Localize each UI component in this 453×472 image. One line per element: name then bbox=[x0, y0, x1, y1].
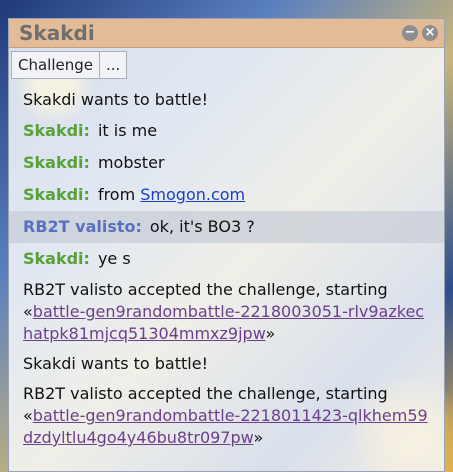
chat-message-own: RB2T valisto: ok, it's BO3 ? bbox=[9, 211, 444, 243]
battle-request-notice: Skakdi wants to battle! bbox=[23, 354, 208, 373]
chat-message: Skakdi: from Smogon.com bbox=[9, 179, 444, 211]
username[interactable]: Skakdi: bbox=[23, 153, 90, 172]
challenge-accepted-notice: RB2T valisto accepted the challenge, sta… bbox=[9, 275, 444, 349]
quote-close: » bbox=[253, 428, 264, 447]
close-icon[interactable]: × bbox=[422, 25, 438, 41]
accepted-text: RB2T valisto accepted the challenge, sta… bbox=[23, 384, 388, 403]
username[interactable]: Skakdi: bbox=[23, 121, 90, 140]
chat-message: Skakdi: mobster bbox=[9, 147, 444, 179]
quote-close: » bbox=[265, 324, 276, 343]
minimize-icon[interactable]: − bbox=[402, 25, 418, 41]
battle-link[interactable]: battle-gen9randombattle-2218011423-qlkhe… bbox=[23, 406, 428, 447]
chat-message: Skakdi: ye s bbox=[9, 243, 444, 275]
message-text: from bbox=[97, 185, 141, 204]
username[interactable]: Skakdi: bbox=[23, 185, 90, 204]
window-controls: − × bbox=[402, 25, 438, 41]
message-text: ok, it's BO3 ? bbox=[149, 217, 255, 236]
username[interactable]: Skakdi: bbox=[23, 249, 90, 268]
smogon-link[interactable]: Smogon.com bbox=[140, 185, 245, 204]
message-text: it is me bbox=[97, 121, 158, 140]
username[interactable]: RB2T valisto: bbox=[23, 217, 142, 236]
chat-message: Skakdi: it is me bbox=[9, 115, 444, 147]
quote-open: « bbox=[23, 302, 33, 321]
battle-request-notice: Skakdi wants to battle! bbox=[23, 90, 208, 109]
challenge-button[interactable]: Challenge bbox=[11, 51, 100, 79]
message-text: mobster bbox=[97, 153, 165, 172]
challenge-accepted-notice: RB2T valisto accepted the challenge, sta… bbox=[9, 379, 444, 453]
chat-log: Skakdi wants to battle! Skakdi: it is me … bbox=[9, 79, 444, 453]
more-options-button[interactable]: ... bbox=[100, 51, 128, 79]
window-titlebar[interactable]: Skakdi − × bbox=[9, 19, 444, 48]
message-text: ye s bbox=[97, 249, 131, 268]
window-title: Skakdi bbox=[19, 21, 95, 45]
quote-open: « bbox=[23, 406, 33, 425]
window-toolbar: Challenge ... bbox=[9, 48, 444, 79]
accepted-text: RB2T valisto accepted the challenge, sta… bbox=[23, 280, 388, 299]
battle-link[interactable]: battle-gen9randombattle-2218003051-rlv9a… bbox=[23, 302, 424, 343]
pm-window: Skakdi − × Challenge ... Skakdi wants to… bbox=[8, 18, 445, 472]
